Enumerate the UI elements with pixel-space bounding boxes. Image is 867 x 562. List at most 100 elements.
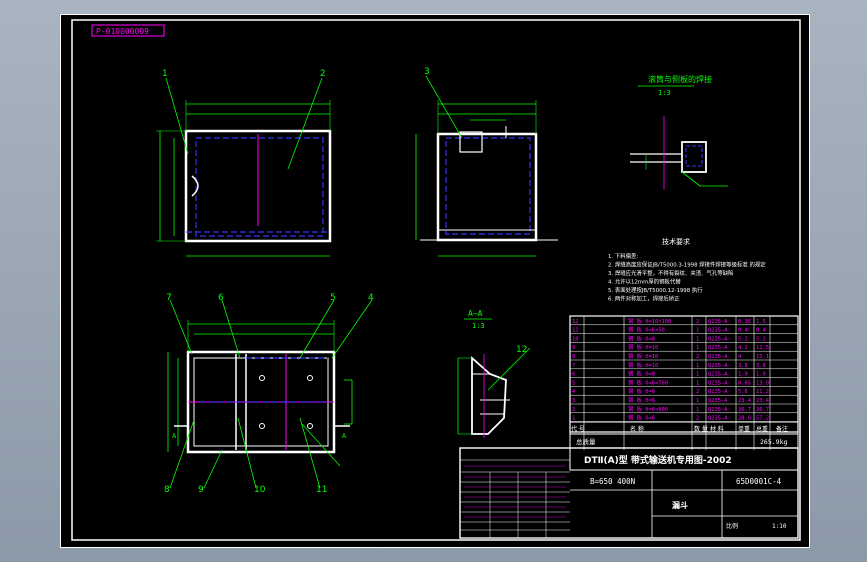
bom-header-cell: 代 号 [571,425,585,433]
bom-cell: 36.7 [738,407,751,413]
tech-req-line: 3. 焊缝应光滑平整，不得有裂纹、夹渣、气孔等缺陷 [608,269,733,277]
bom-cell: 1.5 [756,319,766,325]
bom-cell: 1 [696,336,699,342]
bom-cell: 0.4 [756,328,766,334]
bom-cell: Q235-A [708,407,728,413]
scale-value: 1:10 [772,523,787,530]
bom-cell: 2 [696,389,699,395]
bom-cell: Q235-A [708,319,728,325]
bom-header-cell: 材 料 [710,425,724,433]
bom-cell: 1 [572,416,575,422]
bom-cell: 8 [572,354,575,360]
tech-req-line: 5. 表面处理按JB/T5000.12-1998 执行 [608,286,703,294]
section-title: A—A [468,309,483,318]
bom-cell: 3 [572,398,575,404]
scale-label: 比例 [726,522,738,530]
bom-cell: 4 [572,389,575,395]
bom-header-cell: 名 称 [630,425,644,433]
bom-cell: 2 [572,407,575,413]
bom-cell: 钢 板 δ=6×50 [628,326,665,334]
tech-req-title: 技术要求 [662,237,690,246]
bom-cell: 11.2 [756,389,769,395]
bom-cell: 钢 板 δ=6 [628,387,655,395]
bom-cell: 1 [696,363,699,369]
detail-title: 滚筒与侧板的焊接 [648,74,712,84]
bom-cell: 57.2 [756,416,769,422]
part-label: 1 [162,69,168,79]
bom-cell: Q235-A [708,372,728,378]
bom-cell: 0.65 [738,380,751,386]
bom-cell: 5.2 [756,336,766,342]
bom-cell: 1 [696,380,699,386]
cad-drawing-canvas: P-010000009 滚筒与侧板的焊接 1:3 A A A—A 1:3 技术要… [60,14,810,548]
bom-cell: 4.2 [738,345,748,351]
bom-cell: 2 [696,416,699,422]
tech-req-line: 2. 焊缝高度应保证JB/T5000.3-1998 焊接件焊接等级标准 的规定 [608,261,766,269]
sheet-background [60,14,810,548]
bom-cell: 23.4 [738,398,751,404]
bom-cell: 5.6 [738,389,748,395]
bom-cell: 4 [738,354,741,360]
bom-cell: 1.9 [738,372,748,378]
part-name: 漏斗 [672,500,688,510]
bom-header-cell: 总重 [756,425,768,433]
bom-cell: Q235-A [708,354,728,360]
bom-cell: 28.6 [738,416,751,422]
bom-cell: Q235-A [708,389,728,395]
detail-scale: 1:3 [658,89,671,97]
bom-cell: 3.8 [756,363,766,369]
part-label: 12 [516,345,527,355]
bom-cell: 钢 板 δ=6×760 [628,378,668,386]
tech-req-line: 4. 允许以12mm厚的钢板代替 [608,278,681,286]
part-label: 9 [198,485,204,495]
bom-cell: 13.9 [756,380,769,386]
bom-cell: 6 [572,372,575,378]
drawing-sheet: P-010000009 滚筒与侧板的焊接 1:3 A A A—A 1:3 技术要… [60,14,810,548]
bom-cell: 2 [696,354,699,360]
bom-cell: Q235-A [708,363,728,369]
part-label: 10 [254,485,266,495]
bom-cell: 钢 板 δ=10×100 [628,317,671,325]
bom-cell: 23.4 [756,398,769,404]
bom-cell: 11 [572,328,579,334]
bom-header-cell: 数 量 [694,425,708,433]
total-weight: 265.9kg [760,438,787,446]
part-label: 5 [330,293,336,303]
part-label: 11 [316,485,327,495]
bom-cell: 0.35 [738,319,751,325]
bom-cell: 1 [696,407,699,413]
bom-cell: 2 [696,319,699,325]
code-box-text: P-010000009 [96,27,149,36]
part-label: 6 [218,293,224,303]
bom-cell: 1.9 [756,372,766,378]
bom-cell: 钢 板 δ=6 [628,396,655,404]
bom-cell: 0.4 [738,328,748,334]
bom-cell: 9 [572,345,575,351]
tech-req-line: 6. 两件对称加工，焊接后矫正 [608,295,680,303]
bom-cell: 1 [696,345,699,351]
bom-header-cell: 单重 [738,425,750,433]
bom-cell: 钢 板 δ=10 [628,361,658,369]
bom-cell: 10 [572,336,579,342]
bom-cell: 12 [572,319,579,325]
bom-cell: Q235-A [708,336,728,342]
bom-cell: 钢 板 δ=6×900 [628,405,668,413]
bom-cell: 钢 板 δ=8 [628,370,655,378]
bom-cell: 12.5 [756,345,769,351]
part-no: 65D0001C-4 [736,477,782,486]
bom-cell: 3.8 [738,363,748,369]
part-label: 8 [164,485,170,495]
bom-cell: 钢 板 δ=6 [628,414,655,422]
part-label: 2 [320,69,326,79]
bom-cell: 7 [572,363,575,369]
bom-cell: Q235-A [708,416,728,422]
bom-cell: 36.7 [756,407,769,413]
bom-cell: 钢 板 δ=10 [628,352,658,360]
bom-cell: Q235-A [708,345,728,351]
bom-cell: 钢 板 δ=8 [628,334,655,342]
section-scale: 1:3 [472,322,485,330]
bom-cell: 5 [572,380,575,386]
bom-cell: Q235-A [708,398,728,404]
part-label: 7 [166,293,172,303]
title-main: DTⅡ(A)型 带式输送机专用图-2002 [584,454,732,466]
